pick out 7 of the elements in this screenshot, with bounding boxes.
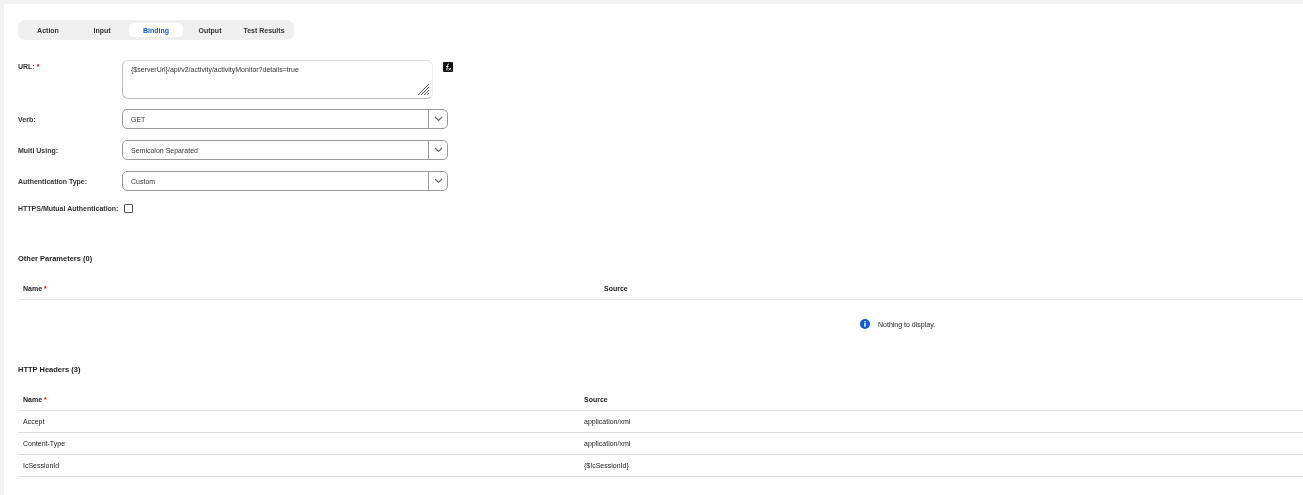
- chevron-down-icon: [433, 178, 443, 184]
- info-icon: [860, 319, 870, 329]
- checkbox[interactable]: [124, 204, 134, 213]
- function-icon[interactable]: [443, 62, 453, 72]
- chevron-down-icon: [433, 116, 443, 122]
- resize-grip-icon[interactable]: [416, 82, 430, 96]
- chevron-down-icon: [433, 147, 443, 153]
